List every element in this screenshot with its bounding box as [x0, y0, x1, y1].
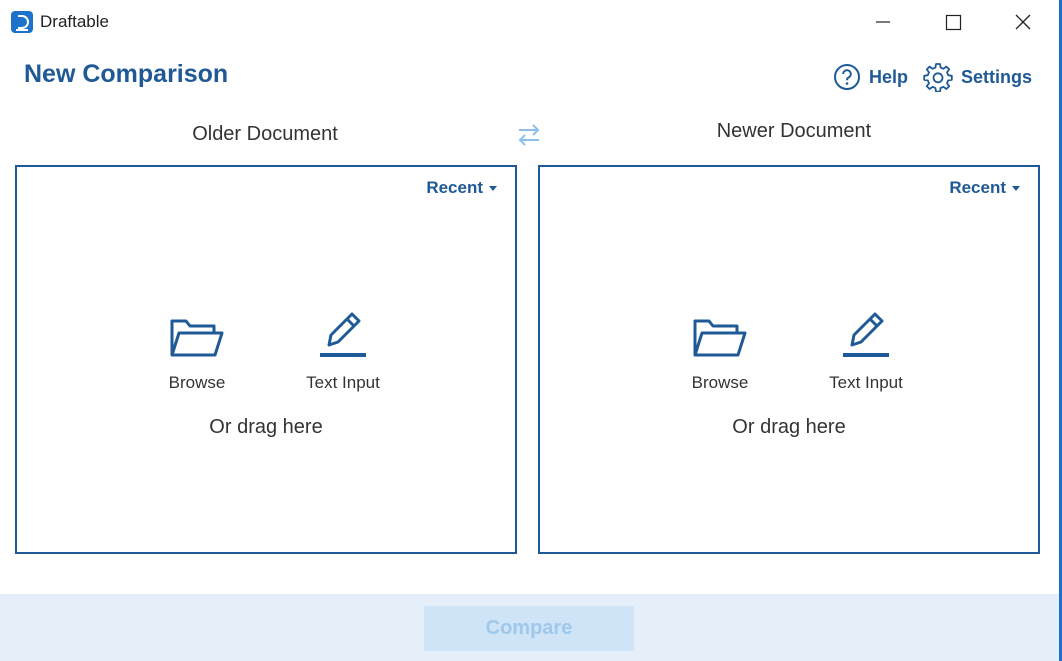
newer-document-caption: Newer Document — [716, 120, 872, 142]
browse-label: Browse — [168, 373, 226, 392]
swap-arrows-icon — [518, 124, 540, 146]
drag-hint: Or drag here — [732, 416, 846, 438]
help-icon — [834, 64, 860, 90]
minimize-icon — [876, 21, 890, 23]
title-bar: Draftable — [0, 0, 1059, 44]
close-icon — [1015, 14, 1031, 30]
caret-down-icon — [1012, 185, 1020, 191]
pencil-icon — [843, 312, 889, 357]
older-browse-button[interactable]: Browse — [137, 311, 257, 393]
settings-button[interactable]: Settings — [923, 62, 1032, 92]
text-input-label: Text Input — [829, 373, 903, 392]
newer-text-input-button[interactable]: Text Input — [806, 311, 926, 393]
maximize-icon — [945, 14, 962, 31]
footer-bar: Compare — [0, 594, 1059, 661]
draftable-logo-icon — [11, 11, 33, 33]
page-title: New Comparison — [24, 60, 229, 88]
folder-open-icon — [693, 319, 747, 357]
app-title: Draftable — [40, 12, 109, 31]
help-button[interactable]: Help — [833, 62, 908, 92]
newer-browse-button[interactable]: Browse — [660, 311, 780, 393]
caret-down-icon — [489, 185, 497, 191]
gear-icon — [923, 63, 953, 92]
minimize-button[interactable] — [860, 0, 906, 44]
browse-label: Browse — [691, 373, 749, 392]
older-recent-dropdown[interactable]: Recent — [426, 178, 497, 198]
recent-label: Recent — [426, 178, 483, 197]
drag-hint: Or drag here — [209, 416, 323, 438]
help-label: Help — [869, 66, 909, 87]
maximize-button[interactable] — [930, 0, 976, 44]
close-button[interactable] — [1000, 0, 1046, 44]
older-document-dropzone[interactable]: Recent Browse Text Input Or drag here — [15, 165, 517, 554]
swap-documents-button[interactable] — [515, 122, 543, 148]
pencil-icon — [320, 312, 366, 357]
recent-label: Recent — [949, 178, 1006, 197]
older-document-caption: Older Document — [192, 123, 338, 145]
folder-open-icon — [170, 319, 224, 357]
compare-button[interactable]: Compare — [424, 606, 634, 651]
newer-document-dropzone[interactable]: Recent Browse Text Input Or drag here — [538, 165, 1040, 554]
text-input-label: Text Input — [306, 373, 380, 392]
newer-recent-dropdown[interactable]: Recent — [949, 178, 1020, 198]
settings-label: Settings — [961, 66, 1033, 87]
older-text-input-button[interactable]: Text Input — [283, 311, 403, 393]
